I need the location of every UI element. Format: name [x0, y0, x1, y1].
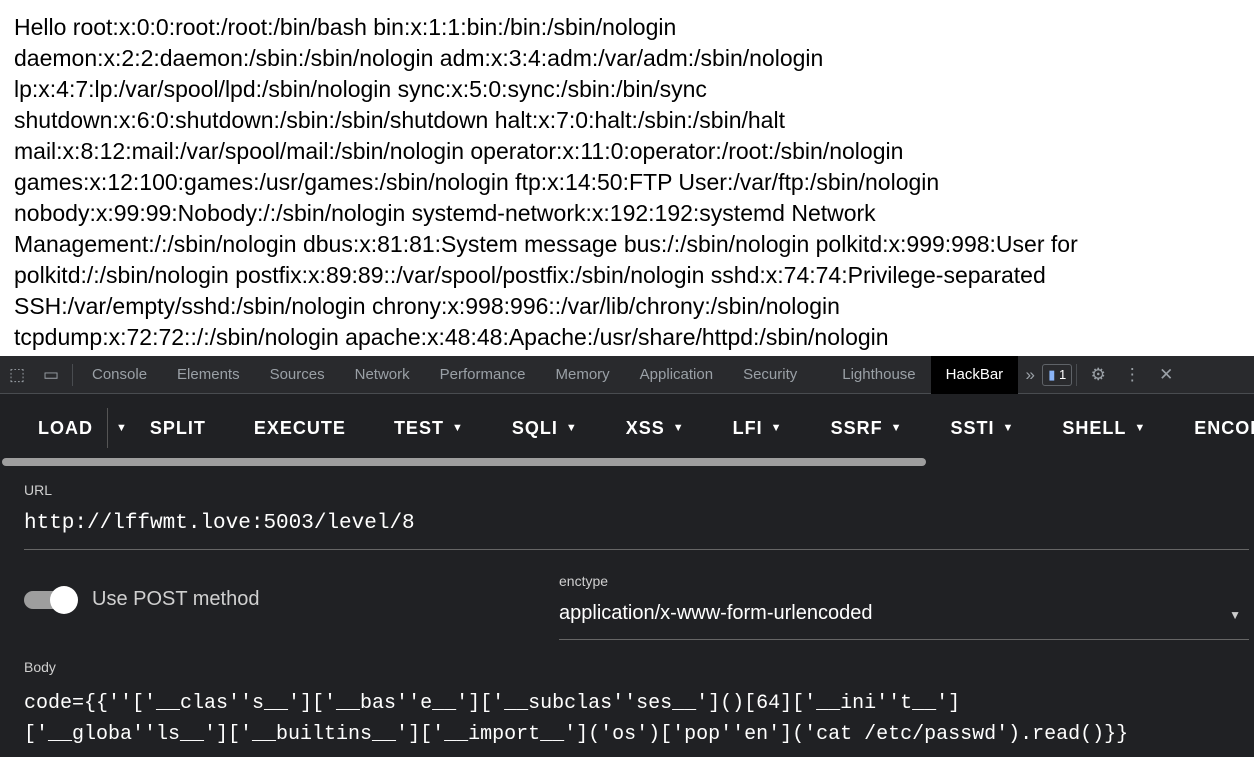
caret-down-icon: ▼ [672, 422, 685, 434]
issues-count: 1 [1058, 366, 1067, 382]
load-label: LOAD [38, 417, 93, 438]
text-line: mail:x:8:12:mail:/var/spool/mail:/sbin/n… [14, 138, 904, 164]
horizontal-scrollbar[interactable] [2, 458, 926, 466]
caret-down-icon: ▼ [451, 422, 464, 434]
encode-menu[interactable]: ENCODE [1170, 418, 1254, 439]
post-method-label: Use POST method [92, 588, 260, 610]
toggle-switch[interactable] [24, 585, 78, 614]
tab-hackbar[interactable]: HackBar [930, 355, 1019, 394]
text-line: tcpdump:x:72:72::/:/sbin/nologin apache:… [14, 324, 889, 350]
tab-console[interactable]: Console [77, 356, 162, 394]
text-line: games:x:12:100:games:/usr/games:/sbin/no… [14, 169, 940, 195]
text-line: daemon:x:2:2:daemon:/sbin:/sbin/nologin … [14, 45, 824, 71]
text-line: Management:/:/sbin/nologin dbus:x:81:81:… [14, 231, 1078, 257]
devtools-tabbar: ⬚ ▭ Console Elements Sources Network Per… [0, 355, 1254, 394]
load-button[interactable]: LOAD [0, 418, 107, 439]
test-label: TEST [393, 417, 444, 438]
encode-label: ENCODE [1194, 417, 1254, 438]
split-button[interactable]: SPLIT [136, 418, 230, 439]
hackbar-toolbar: LOAD ▼ SPLIT EXECUTE TEST ▼ SQLI ▼ XSS ▼ LF… [0, 394, 1254, 462]
text-line: lp:x:4:7:lp:/var/spool/lpd:/sbin/nologin… [14, 76, 707, 102]
issues-icon: ▮ [1048, 366, 1056, 382]
device-toolbar-icon[interactable]: ▭ [34, 365, 68, 385]
more-options-icon[interactable]: ⋮ [1115, 365, 1149, 385]
tab-application[interactable]: Application [625, 356, 728, 394]
divider [1076, 363, 1078, 386]
caret-down-icon: ▼ [565, 422, 578, 434]
ssrf-label: SSRF [830, 417, 883, 438]
load-dropdown-button[interactable]: ▼ [107, 408, 136, 448]
body-line: ['__globa''ls__']['__builtins__']['__imp… [24, 723, 1129, 746]
close-icon[interactable]: ✕ [1149, 365, 1183, 385]
split-label: SPLIT [149, 417, 206, 438]
test-menu[interactable]: TEST ▼ [370, 418, 488, 439]
caret-down-icon: ▼ [1002, 422, 1015, 434]
tab-performance[interactable]: Performance [425, 356, 541, 394]
shell-label: SHELL [1062, 417, 1127, 438]
caret-down-icon: ▼ [1134, 422, 1147, 434]
xss-menu[interactable]: XSS ▼ [602, 418, 709, 439]
lfi-menu[interactable]: LFI ▼ [709, 418, 807, 439]
tab-memory[interactable]: Memory [541, 356, 625, 394]
body-label: Body [24, 659, 56, 675]
more-tabs-icon[interactable]: » [1018, 365, 1042, 385]
tab-network[interactable]: Network [340, 356, 425, 394]
dropdown-arrow-icon: ▼ [1229, 608, 1241, 622]
text-line: Hello root:x:0:0:root:/root:/bin/bash bi… [14, 14, 677, 40]
text-line: nobody:x:99:99:Nobody:/:/sbin/nologin sy… [14, 200, 876, 226]
url-label: URL [24, 482, 53, 498]
tab-sources[interactable]: Sources [255, 356, 340, 394]
lfi-label: LFI [732, 417, 763, 438]
shell-menu[interactable]: SHELL ▼ [1038, 418, 1170, 439]
sqli-menu[interactable]: SQLI ▼ [488, 418, 602, 439]
post-method-toggle[interactable]: Use POST method [24, 585, 260, 614]
enctype-value: application/x-www-form-urlencoded [559, 602, 873, 624]
execute-label: EXECUTE [253, 417, 346, 438]
text-line: shutdown:x:6:0:shutdown:/sbin:/sbin/shut… [14, 107, 785, 133]
sqli-label: SQLI [511, 417, 558, 438]
tab-lighthouse[interactable]: Lighthouse [827, 356, 930, 394]
body-line: code={{''['__clas''s__']['__bas''e__']['… [24, 692, 961, 715]
ssti-label: SSTI [950, 417, 995, 438]
enctype-select[interactable]: application/x-www-form-urlencoded ▼ [559, 602, 1249, 640]
url-input[interactable]: http://lffwmt.love:5003/level/8 [24, 512, 1249, 550]
ssti-menu[interactable]: SSTI ▼ [926, 418, 1038, 439]
enctype-label: enctype [559, 573, 609, 589]
issues-badge[interactable]: ▮ 1 [1042, 363, 1073, 386]
page-content: Hello root:x:0:0:root:/root:/bin/bash bi… [0, 0, 1254, 356]
execute-button[interactable]: EXECUTE [230, 418, 370, 439]
text-line: SSH:/var/empty/sshd:/sbin/nologin chrony… [14, 293, 840, 319]
tab-security[interactable]: Security [728, 356, 827, 394]
body-textarea[interactable]: code={{''['__clas''s__']['__bas''e__']['… [24, 688, 1254, 750]
settings-gear-icon[interactable]: ⚙ [1081, 365, 1115, 385]
divider [72, 363, 73, 386]
tab-elements[interactable]: Elements [162, 356, 255, 394]
text-line: polkitd:/:/sbin/nologin postfix:x:89:89:… [14, 262, 1046, 288]
inspect-element-icon[interactable]: ⬚ [0, 365, 34, 385]
toggle-knob [50, 585, 78, 614]
caret-down-icon: ▼ [890, 422, 903, 434]
devtools-panel: ⬚ ▭ Console Elements Sources Network Per… [0, 355, 1254, 757]
caret-down-icon: ▼ [770, 422, 783, 434]
xss-label: XSS [625, 417, 665, 438]
ssrf-menu[interactable]: SSRF ▼ [807, 418, 927, 439]
